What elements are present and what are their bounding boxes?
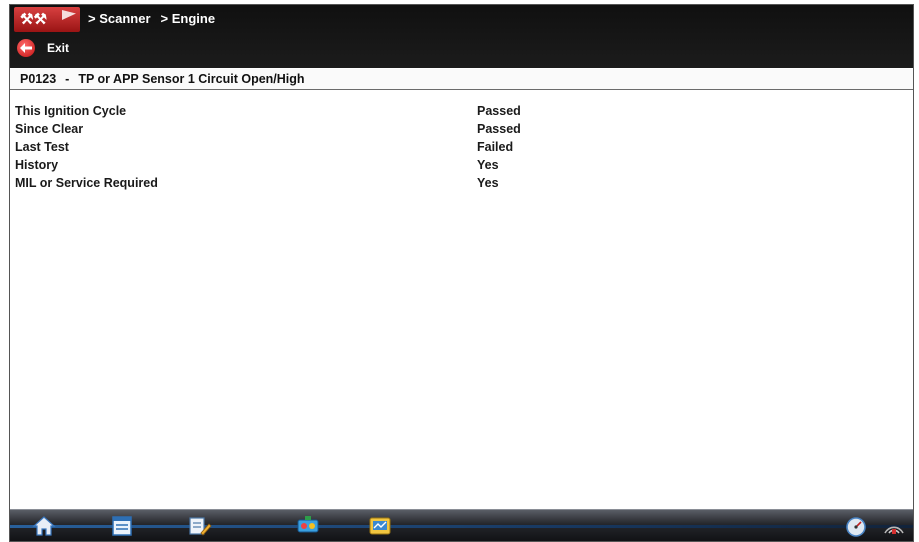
scanner-tool-icon[interactable] xyxy=(294,514,322,538)
status-row: MIL or Service Required Yes xyxy=(10,174,913,192)
dtc-status-list: This Ignition Cycle Passed Since Clear P… xyxy=(10,102,913,192)
status-value: Yes xyxy=(477,158,499,172)
pencil-document-icon[interactable] xyxy=(186,514,214,538)
dtc-description: TP or APP Sensor 1 Circuit Open/High xyxy=(78,72,305,86)
status-row: Last Test Failed xyxy=(10,138,913,156)
status-value: Passed xyxy=(477,122,521,136)
data-viewer-icon[interactable] xyxy=(366,514,394,538)
breadcrumb: > Scanner > Engine xyxy=(88,10,215,28)
breadcrumb-engine[interactable]: > Engine xyxy=(161,10,216,28)
taskbar-track xyxy=(10,525,913,528)
home-icon[interactable] xyxy=(30,514,58,538)
status-label: Since Clear xyxy=(15,122,84,136)
app-window: ⚒⚒ > Scanner > Engine Exit P0123- TP or A… xyxy=(9,4,914,542)
status-row: This Ignition Cycle Passed xyxy=(10,102,913,120)
app-logo[interactable]: ⚒⚒ xyxy=(14,7,80,32)
status-value: Failed xyxy=(477,140,514,154)
status-value: Passed xyxy=(477,104,521,118)
dtc-title-row: P0123- TP or APP Sensor 1 Circuit Open/Hi… xyxy=(10,69,913,90)
status-row: Since Clear Passed xyxy=(10,120,913,138)
status-label: Last Test xyxy=(15,140,69,154)
header-bar: ⚒⚒ > Scanner > Engine Exit xyxy=(10,5,913,68)
status-label: This Ignition Cycle xyxy=(15,104,127,118)
breadcrumb-scanner[interactable]: > Scanner xyxy=(88,10,151,28)
dtc-code: P0123 xyxy=(20,72,57,86)
document-icon[interactable] xyxy=(108,514,136,538)
status-value: Yes xyxy=(477,176,499,190)
status-label: MIL or Service Required xyxy=(15,176,158,190)
dtc-separator: - xyxy=(65,72,70,86)
exit-button[interactable]: Exit xyxy=(17,37,97,59)
gauge-icon[interactable] xyxy=(842,514,870,538)
taskbar xyxy=(10,509,913,541)
status-row: History Yes xyxy=(10,156,913,174)
signal-icon[interactable] xyxy=(880,514,908,538)
status-label: History xyxy=(15,158,59,172)
exit-label: Exit xyxy=(47,41,70,55)
logo-glyph-icon: ⚒⚒ xyxy=(20,11,47,28)
back-arrow-icon xyxy=(17,39,35,57)
logo-flag-icon xyxy=(62,10,76,20)
